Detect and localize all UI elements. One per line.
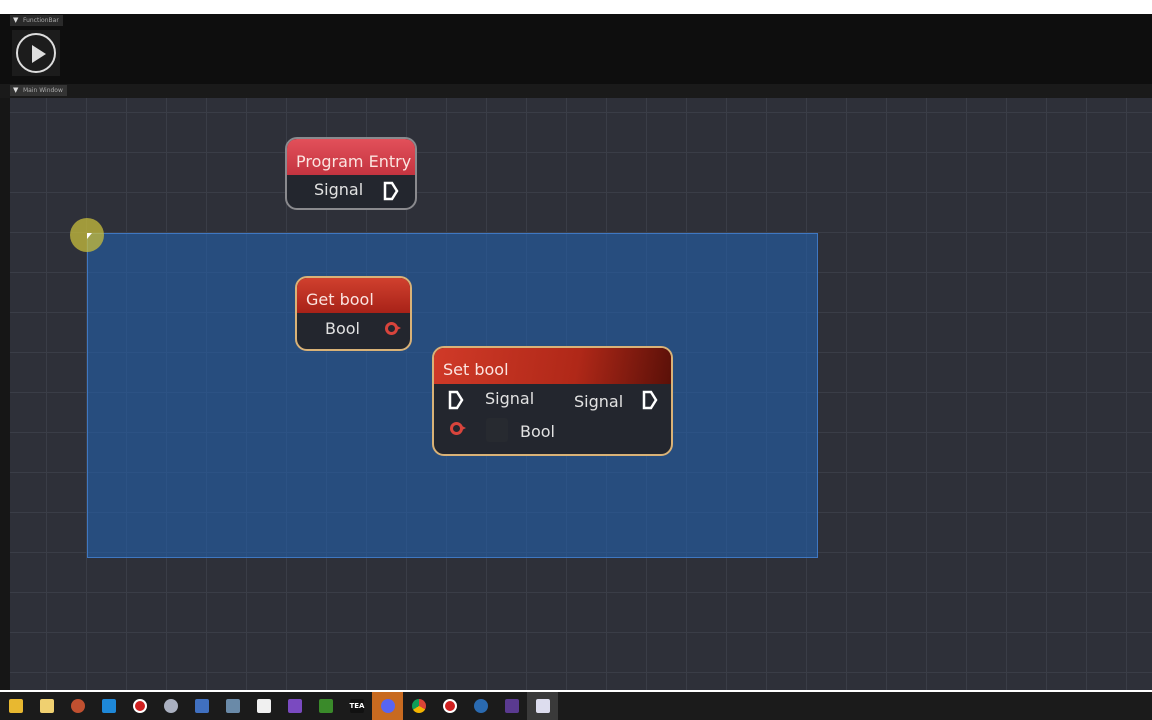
visual-studio-icon bbox=[287, 699, 302, 713]
output-label: Bool bbox=[325, 319, 360, 338]
steam-icon bbox=[473, 699, 488, 713]
store-taskbar-button[interactable] bbox=[31, 692, 62, 720]
visual-studio-taskbar-button[interactable] bbox=[279, 692, 310, 720]
bool-input-pin-icon[interactable] bbox=[450, 422, 466, 435]
left-border bbox=[0, 98, 10, 690]
terminal-icon bbox=[504, 699, 519, 713]
node-program-entry[interactable]: Program Entry Signal bbox=[285, 137, 417, 210]
play-button-container bbox=[12, 30, 60, 76]
collapse-icon[interactable]: ▼ bbox=[13, 17, 18, 24]
collapse-icon[interactable]: ▼ bbox=[13, 87, 18, 94]
tea-taskbar-button[interactable]: TEA bbox=[341, 692, 372, 720]
document-icon bbox=[256, 699, 271, 713]
calculator-taskbar-button[interactable] bbox=[217, 692, 248, 720]
current-app-taskbar-button[interactable] bbox=[527, 692, 558, 720]
main-window-header: ▼ Main Window bbox=[0, 84, 1152, 98]
mail-icon bbox=[101, 699, 116, 713]
input-signal-label: Signal bbox=[485, 389, 535, 408]
app-icon bbox=[70, 699, 85, 713]
tea-icon: TEA bbox=[349, 699, 364, 713]
taskbar: TEA bbox=[0, 692, 1152, 720]
recorder-taskbar-button[interactable] bbox=[434, 692, 465, 720]
chrome-icon bbox=[411, 699, 426, 713]
network-taskbar-button[interactable] bbox=[186, 692, 217, 720]
play-button[interactable] bbox=[16, 33, 56, 73]
input-bool-label: Bool bbox=[520, 422, 555, 441]
node-title: Set bool bbox=[434, 348, 671, 384]
record-icon bbox=[132, 699, 147, 713]
store-icon bbox=[39, 699, 54, 713]
function-bar-tab[interactable]: ▼ FunctionBar bbox=[10, 15, 63, 26]
minecraft-taskbar-button[interactable] bbox=[310, 692, 341, 720]
folder-icon bbox=[8, 699, 23, 713]
node-get-bool[interactable]: Get bool Bool bbox=[295, 276, 412, 351]
node-title: Program Entry bbox=[287, 139, 415, 175]
node-title: Get bool bbox=[297, 278, 410, 313]
notepad-taskbar-button[interactable] bbox=[248, 692, 279, 720]
network-icon bbox=[194, 699, 209, 713]
function-bar-panel: ▼ FunctionBar bbox=[0, 14, 1152, 84]
bool-output-pin-icon[interactable] bbox=[385, 322, 401, 335]
record-icon bbox=[442, 699, 457, 713]
bool-value-checkbox[interactable] bbox=[486, 418, 508, 442]
app-icon bbox=[163, 699, 178, 713]
exec-output-pin-icon[interactable] bbox=[383, 181, 399, 201]
recorder-taskbar-button[interactable] bbox=[124, 692, 155, 720]
exec-input-pin-icon[interactable] bbox=[448, 390, 464, 410]
calculator-icon bbox=[225, 699, 240, 713]
output-label: Signal bbox=[314, 180, 364, 199]
node-set-bool[interactable]: Set bool Signal Signal Bool bbox=[432, 346, 673, 456]
main-window-tab[interactable]: ▼ Main Window bbox=[10, 85, 67, 96]
exec-output-pin-icon[interactable] bbox=[642, 390, 658, 410]
file-explorer-taskbar-button[interactable] bbox=[0, 692, 31, 720]
terminal-taskbar-button[interactable] bbox=[496, 692, 527, 720]
app-taskbar-button[interactable] bbox=[155, 692, 186, 720]
discord-taskbar-button[interactable] bbox=[372, 692, 403, 720]
steam-taskbar-button[interactable] bbox=[465, 692, 496, 720]
mail-taskbar-button[interactable] bbox=[93, 692, 124, 720]
mouse-cursor-highlight bbox=[70, 218, 104, 252]
discord-icon bbox=[380, 699, 395, 713]
minecraft-icon bbox=[318, 699, 333, 713]
app-taskbar-button[interactable] bbox=[62, 692, 93, 720]
panel-title: FunctionBar bbox=[23, 17, 59, 24]
window-icon bbox=[535, 699, 550, 713]
screen-top bbox=[0, 0, 1152, 14]
panel-title: Main Window bbox=[23, 87, 63, 94]
output-signal-label: Signal bbox=[574, 392, 624, 411]
chrome-taskbar-button[interactable] bbox=[403, 692, 434, 720]
